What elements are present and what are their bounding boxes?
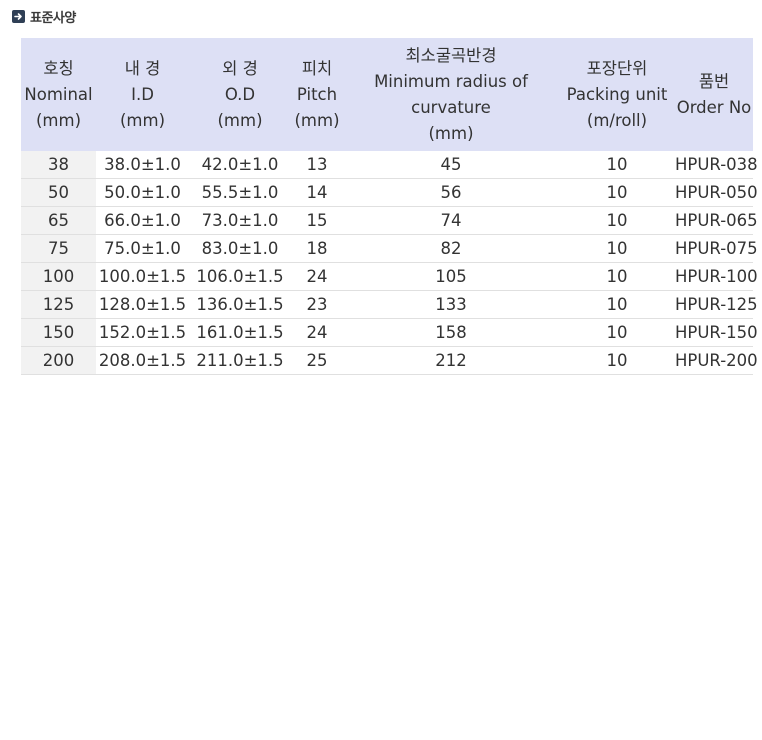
cell-order-no: HPUR-038 xyxy=(675,151,758,179)
cell-outer-diameter: 83.0±1.0 xyxy=(189,234,291,263)
table-row: 50 50.0±1.0 55.5±1.0 14 56 10 HPUR-050 xyxy=(21,178,758,207)
cell-outer-diameter: 211.0±1.5 xyxy=(189,346,291,375)
cell-nominal: 65 xyxy=(21,206,96,235)
cell-outer-diameter: 161.0±1.5 xyxy=(189,318,291,347)
cell-outer-diameter: 73.0±1.0 xyxy=(189,206,291,235)
cell-inner-diameter: 100.0±1.5 xyxy=(96,262,189,291)
cell-order-no: HPUR-200 xyxy=(675,346,758,375)
cell-pitch: 24 xyxy=(291,262,343,291)
header-packing-unit: 포장단위 Packing unit (m/roll) xyxy=(559,38,675,151)
cell-pitch: 24 xyxy=(291,318,343,347)
cell-inner-diameter: 75.0±1.0 xyxy=(96,234,189,263)
cell-pitch: 13 xyxy=(291,151,343,179)
cell-pitch: 14 xyxy=(291,178,343,207)
cell-outer-diameter: 136.0±1.5 xyxy=(189,290,291,319)
cell-min-bend-radius: 74 xyxy=(343,206,559,235)
cell-packing-unit: 10 xyxy=(559,206,675,235)
table-row: 38 38.0±1.0 42.0±1.0 13 45 10 HPUR-038 xyxy=(21,151,758,179)
header-inner-diameter: 내 경 I.D (mm) xyxy=(96,38,189,151)
cell-packing-unit: 10 xyxy=(559,151,675,179)
cell-outer-diameter: 42.0±1.0 xyxy=(189,151,291,179)
table-row: 200 208.0±1.5 211.0±1.5 25 212 10 HPUR-2… xyxy=(21,346,758,375)
arrow-right-icon xyxy=(12,9,25,23)
cell-packing-unit: 10 xyxy=(559,234,675,263)
cell-nominal: 200 xyxy=(21,346,96,375)
header-outer-diameter: 외 경 O.D (mm) xyxy=(189,38,291,151)
cell-min-bend-radius: 158 xyxy=(343,318,559,347)
header-pitch: 피치 Pitch (mm) xyxy=(291,38,343,151)
cell-nominal: 75 xyxy=(21,234,96,263)
cell-inner-diameter: 208.0±1.5 xyxy=(96,346,189,375)
cell-packing-unit: 10 xyxy=(559,290,675,319)
cell-min-bend-radius: 56 xyxy=(343,178,559,207)
table-row: 150 152.0±1.5 161.0±1.5 24 158 10 HPUR-1… xyxy=(21,318,758,347)
spec-table: 호칭 Nominal (mm) 내 경 I.D (mm) 외 경 O.D (mm… xyxy=(21,38,758,375)
cell-min-bend-radius: 133 xyxy=(343,290,559,319)
cell-outer-diameter: 55.5±1.0 xyxy=(189,178,291,207)
cell-order-no: HPUR-075 xyxy=(675,234,758,263)
header-min-bend-radius: 최소굴곡반경 Minimum radius of curvature (mm) xyxy=(343,38,559,151)
cell-min-bend-radius: 105 xyxy=(343,262,559,291)
cell-outer-diameter: 106.0±1.5 xyxy=(189,262,291,291)
cell-order-no: HPUR-100 xyxy=(675,262,758,291)
cell-order-no: HPUR-125 xyxy=(675,290,758,319)
table-row: 125 128.0±1.5 136.0±1.5 23 133 10 HPUR-1… xyxy=(21,290,758,319)
cell-nominal: 125 xyxy=(21,290,96,319)
cell-packing-unit: 10 xyxy=(559,318,675,347)
cell-inner-diameter: 152.0±1.5 xyxy=(96,318,189,347)
cell-packing-unit: 10 xyxy=(559,262,675,291)
cell-order-no: HPUR-065 xyxy=(675,206,758,235)
header-row: 호칭 Nominal (mm) 내 경 I.D (mm) 외 경 O.D (mm… xyxy=(21,38,753,151)
header-nominal: 호칭 Nominal (mm) xyxy=(21,38,96,151)
cell-pitch: 23 xyxy=(291,290,343,319)
section-title-text: 표준사양 xyxy=(30,10,76,26)
cell-packing-unit: 10 xyxy=(559,178,675,207)
cell-pitch: 25 xyxy=(291,346,343,375)
header-order-no: 품번 Order No xyxy=(675,38,753,151)
cell-inner-diameter: 128.0±1.5 xyxy=(96,290,189,319)
cell-inner-diameter: 66.0±1.0 xyxy=(96,206,189,235)
cell-min-bend-radius: 45 xyxy=(343,151,559,179)
cell-packing-unit: 10 xyxy=(559,346,675,375)
cell-pitch: 18 xyxy=(291,234,343,263)
section-title: 표준사양 xyxy=(12,7,76,26)
cell-order-no: HPUR-150 xyxy=(675,318,758,347)
table-row: 65 66.0±1.0 73.0±1.0 15 74 10 HPUR-065 xyxy=(21,206,758,235)
cell-order-no: HPUR-050 xyxy=(675,178,758,207)
table-row: 75 75.0±1.0 83.0±1.0 18 82 10 HPUR-075 xyxy=(21,234,758,263)
cell-nominal: 150 xyxy=(21,318,96,347)
table-row: 100 100.0±1.5 106.0±1.5 24 105 10 HPUR-1… xyxy=(21,262,758,291)
cell-nominal: 38 xyxy=(21,151,96,179)
cell-min-bend-radius: 212 xyxy=(343,346,559,375)
cell-pitch: 15 xyxy=(291,206,343,235)
cell-inner-diameter: 38.0±1.0 xyxy=(96,151,189,179)
cell-min-bend-radius: 82 xyxy=(343,234,559,263)
cell-nominal: 50 xyxy=(21,178,96,207)
cell-nominal: 100 xyxy=(21,262,96,291)
cell-inner-diameter: 50.0±1.0 xyxy=(96,178,189,207)
